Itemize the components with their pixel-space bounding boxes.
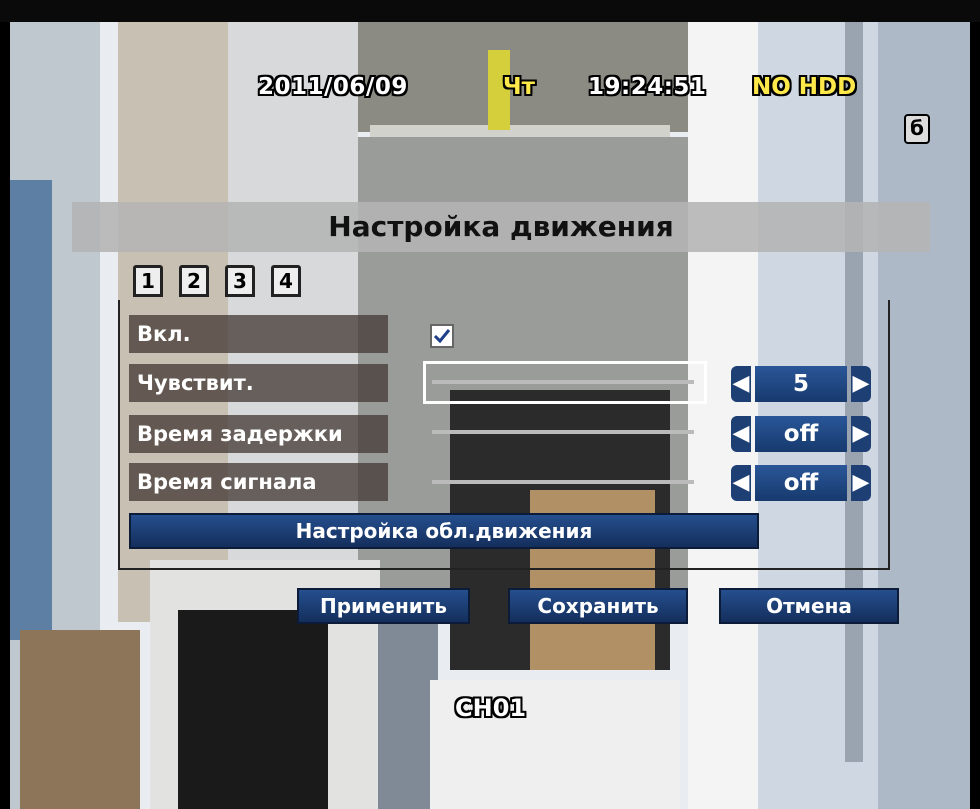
delay-value: off	[755, 416, 847, 452]
sensitivity-label: Чувствит.	[129, 364, 388, 402]
tab-2[interactable]: 2	[179, 265, 209, 297]
sensitivity-value: 5	[755, 366, 847, 402]
signal-label: Время сигнала	[129, 463, 388, 501]
apply-button[interactable]: Применить	[297, 588, 470, 624]
signal-value: off	[755, 465, 847, 501]
motion-area-button[interactable]: Настройка обл.движения	[129, 513, 759, 549]
cancel-button[interactable]: Отмена	[719, 588, 899, 624]
hdd-status: NO HDD	[752, 74, 857, 100]
arrow-right-icon[interactable]: ▶	[851, 465, 871, 501]
checkmark-icon	[433, 329, 451, 344]
signal-stepper: ◀ off ▶	[731, 465, 871, 501]
channel-label: CH01	[455, 694, 527, 722]
arrow-left-icon[interactable]: ◀	[731, 416, 751, 452]
enable-checkbox[interactable]	[430, 324, 454, 348]
tab-4[interactable]: 4	[271, 265, 301, 297]
tab-3[interactable]: 3	[225, 265, 255, 297]
osd-date: 2011/06/09	[258, 74, 408, 100]
sensitivity-slider[interactable]	[423, 361, 707, 404]
arrow-right-icon[interactable]: ▶	[851, 366, 871, 402]
dialog-title: Настройка движения	[72, 202, 930, 252]
record-status-icon: б	[904, 114, 930, 144]
delay-slider-track	[432, 430, 694, 434]
arrow-right-icon[interactable]: ▶	[851, 416, 871, 452]
save-button[interactable]: Сохранить	[508, 588, 688, 624]
tab-1[interactable]: 1	[133, 265, 163, 297]
osd-day: Чт	[503, 74, 535, 100]
delay-label: Время задержки	[129, 415, 388, 453]
arrow-left-icon[interactable]: ◀	[731, 366, 751, 402]
sensitivity-stepper: ◀ 5 ▶	[731, 366, 871, 402]
enable-label: Вкл.	[129, 315, 388, 353]
signal-slider-track	[432, 480, 694, 484]
arrow-left-icon[interactable]: ◀	[731, 465, 751, 501]
delay-stepper: ◀ off ▶	[731, 416, 871, 452]
osd-time: 19:24:51	[588, 74, 707, 100]
